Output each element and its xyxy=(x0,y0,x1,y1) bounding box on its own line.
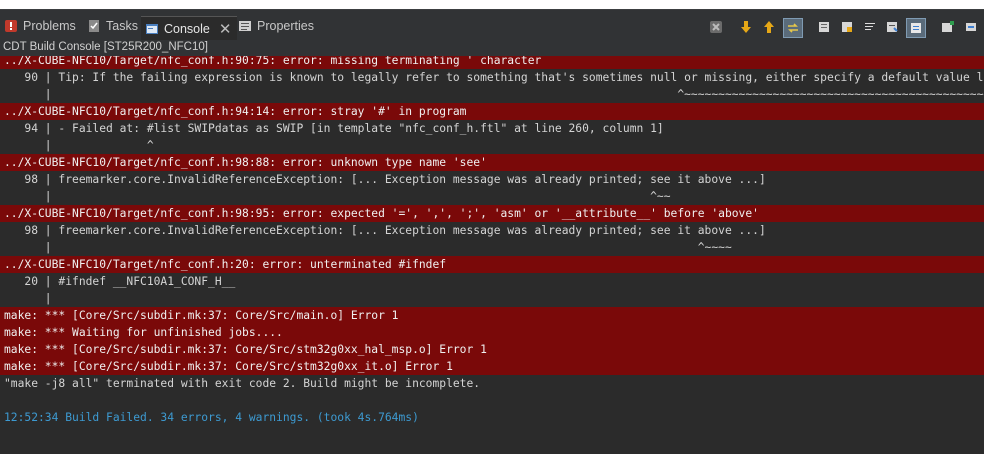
properties-icon xyxy=(238,19,252,33)
window-top-strip xyxy=(0,0,984,10)
tasks-icon xyxy=(87,19,101,33)
word-wrap-icon[interactable] xyxy=(861,18,879,36)
console-line: | xyxy=(4,292,52,305)
close-icon[interactable]: ✕ xyxy=(219,20,232,38)
show-console-on-output-icon[interactable] xyxy=(883,18,901,36)
tab-properties[interactable]: Properties xyxy=(238,16,314,36)
previous-error-icon[interactable] xyxy=(760,18,778,36)
tab-properties-label: Properties xyxy=(257,19,314,33)
console-error-line: make: *** [Core/Src/subdir.mk:37: Core/S… xyxy=(0,307,984,324)
console-line: | ^~~~~ xyxy=(4,241,732,254)
console-error-line: ../X-CUBE-NFC10/Target/nfc_conf.h:98:95:… xyxy=(0,205,984,222)
console-icon xyxy=(145,22,159,36)
console-line: 98 | freemarker.core.InvalidReferenceExc… xyxy=(4,224,766,237)
console-error-line: ../X-CUBE-NFC10/Target/nfc_conf.h:94:14:… xyxy=(0,103,984,120)
console-line: 20 | #ifndef __NFC10A1_CONF_H__ xyxy=(4,275,236,288)
tab-tasks-label: Tasks xyxy=(106,19,138,33)
tab-console[interactable]: Console ✕ xyxy=(141,16,238,41)
new-console-icon[interactable] xyxy=(939,18,957,36)
window-top-border xyxy=(0,0,984,9)
build-status-line: 12:52:34 Build Failed. 34 errors, 4 warn… xyxy=(4,411,419,424)
problems-icon xyxy=(4,19,18,33)
view-tab-bar: Problems Tasks Console ✕ Properties xyxy=(0,10,984,41)
console-error-line: ../X-CUBE-NFC10/Target/nfc_conf.h:90:75:… xyxy=(0,56,984,69)
console-line: | ^~~ xyxy=(4,190,671,203)
view-menu-icon[interactable] xyxy=(962,18,980,36)
console-error-line: ../X-CUBE-NFC10/Target/nfc_conf.h:98:88:… xyxy=(0,154,984,171)
tab-tasks[interactable]: Tasks xyxy=(87,16,138,36)
console-error-line: ../X-CUBE-NFC10/Target/nfc_conf.h:20: er… xyxy=(0,256,984,273)
console-error-line: make: *** [Core/Src/subdir.mk:37: Core/S… xyxy=(0,358,984,375)
clear-console-icon[interactable] xyxy=(815,18,833,36)
console-line: 98 | freemarker.core.InvalidReferenceExc… xyxy=(4,173,766,186)
console-line: 90 | Tip: If the failing expression is k… xyxy=(4,71,984,84)
scroll-lock-icon[interactable] xyxy=(838,18,856,36)
terminate-icon[interactable] xyxy=(707,18,725,36)
console-output[interactable]: ../X-CUBE-NFC10/Target/nfc_conf.h:90:75:… xyxy=(0,56,984,454)
console-line: | ^ xyxy=(4,139,154,152)
tab-problems[interactable]: Problems xyxy=(4,16,76,36)
console-line: "make -j8 all" terminated with exit code… xyxy=(4,377,481,390)
console-line: 94 | - Failed at: #list SWIPdatas as SWI… xyxy=(4,122,664,135)
console-error-line: make: *** [Core/Src/subdir.mk:37: Core/S… xyxy=(0,341,984,358)
pin-console-icon[interactable] xyxy=(906,18,926,38)
console-error-line: make: *** Waiting for unfinished jobs...… xyxy=(0,324,984,341)
tab-problems-label: Problems xyxy=(23,19,76,33)
console-title: CDT Build Console [ST25R200_NFC10] xyxy=(0,40,984,56)
console-line: | ^~~~~~~~~~~~~~~~~~~~~~~~~~~~~~~~~~~~~~… xyxy=(4,88,984,101)
tab-console-label: Console xyxy=(164,22,210,36)
link-with-editor-icon[interactable] xyxy=(783,18,803,38)
next-error-icon[interactable] xyxy=(737,18,755,36)
